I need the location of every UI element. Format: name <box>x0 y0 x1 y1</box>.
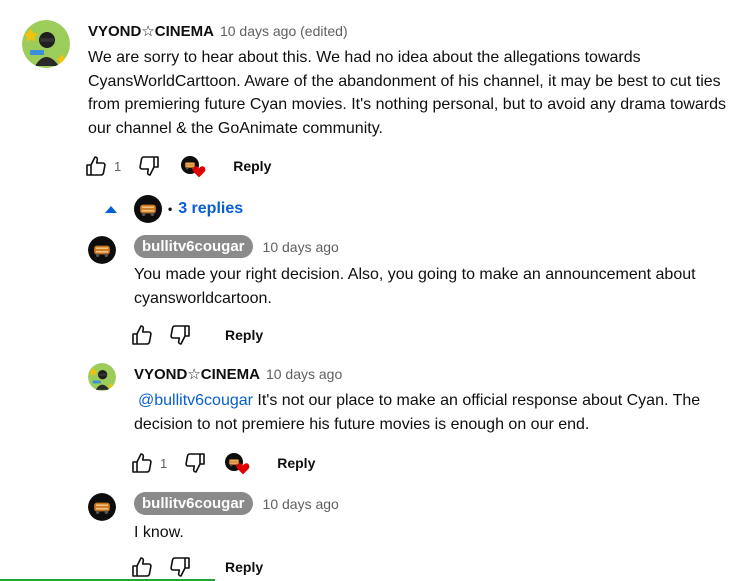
like-count: 1 <box>160 455 168 471</box>
reply-author[interactable]: VYOND☆CINEMA <box>134 365 260 383</box>
reply-button[interactable]: Reply <box>225 559 263 575</box>
reply-item: VYOND☆CINEMA 10 days ago @bullitv6cougar… <box>0 360 755 485</box>
replier-avatar <box>134 195 162 223</box>
vyond-cinema-avatar[interactable] <box>22 20 70 68</box>
thumbs-down-icon[interactable] <box>168 323 192 347</box>
comment-text: We are sorry to hear about this. We had … <box>88 49 727 137</box>
creator-heart-icon <box>225 451 251 475</box>
reply-author-chip[interactable]: bullitv6cougar <box>134 492 253 515</box>
collapse-arrow-icon <box>105 206 117 213</box>
like-count: 1 <box>114 158 122 174</box>
reply-text: @bullitv6cougar It's not our place to ma… <box>134 389 734 436</box>
replies-toggle[interactable]: • 3 replies <box>104 195 243 223</box>
comment-timestamp[interactable]: 10 days ago (edited) <box>220 23 348 39</box>
reply-timestamp[interactable]: 10 days ago <box>263 239 339 255</box>
thumbs-down-icon[interactable] <box>168 555 192 579</box>
comment-author[interactable]: VYOND☆CINEMA <box>88 22 214 40</box>
reply-author-chip[interactable]: bullitv6cougar <box>134 235 253 258</box>
reply-item: bullitv6cougar 10 days ago I know. Reply <box>0 488 755 581</box>
thumbs-down-icon[interactable] <box>183 451 207 475</box>
reply-text: I know. <box>134 524 184 541</box>
reply-button[interactable]: Reply <box>277 455 315 471</box>
bullitv6cougar-avatar[interactable] <box>88 493 116 521</box>
thumbs-up-icon[interactable] <box>84 154 108 178</box>
bullitv6cougar-avatar[interactable] <box>88 236 116 264</box>
reply-button[interactable]: Reply <box>225 327 263 343</box>
thumbs-up-icon[interactable] <box>130 555 154 579</box>
thumbs-up-icon[interactable] <box>130 323 154 347</box>
reply-button[interactable]: Reply <box>233 158 271 174</box>
replies-count-label[interactable]: 3 replies <box>178 200 243 218</box>
creator-heart-icon <box>181 154 207 178</box>
replies-separator: • <box>168 202 173 216</box>
reply-item: bullitv6cougar 10 days ago You made your… <box>0 230 755 350</box>
reply-timestamp[interactable]: 10 days ago <box>266 366 342 382</box>
mention-link[interactable]: @bullitv6cougar <box>138 392 253 409</box>
reply-text: You made your right decision. Also, you … <box>134 266 696 307</box>
thumbs-down-icon[interactable] <box>137 154 161 178</box>
thumbs-up-icon[interactable] <box>130 451 154 475</box>
comment-thread-top: VYOND☆CINEMA 10 days ago (edited) We are… <box>0 0 755 190</box>
reply-timestamp[interactable]: 10 days ago <box>263 496 339 512</box>
vyond-cinema-avatar[interactable] <box>88 363 116 391</box>
